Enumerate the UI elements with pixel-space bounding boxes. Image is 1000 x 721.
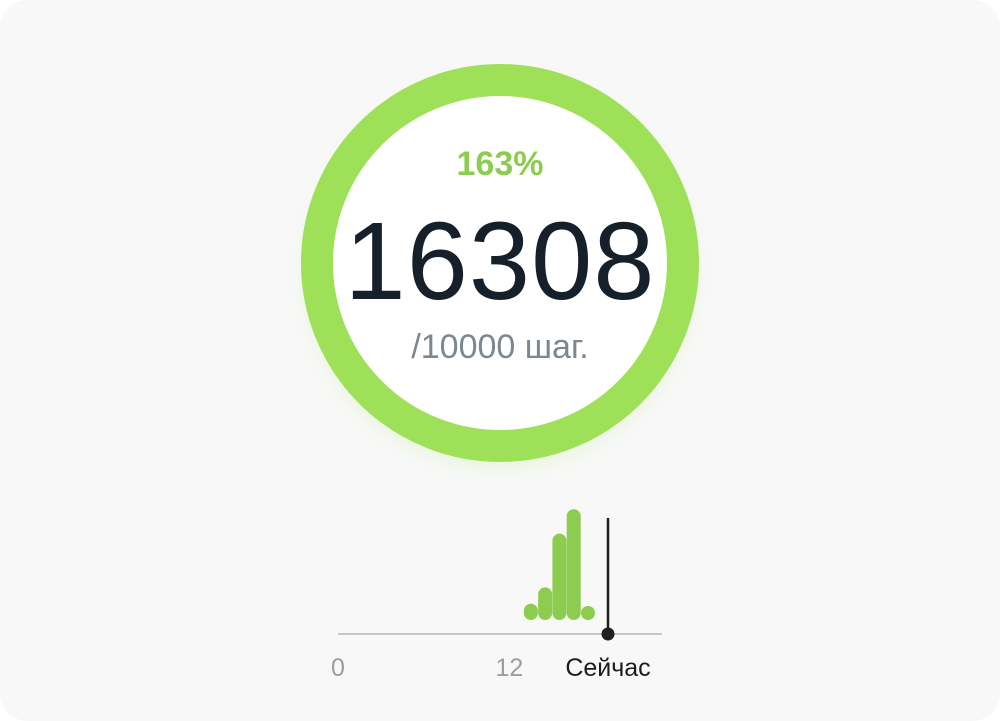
goal-percent: 163% — [456, 145, 544, 183]
step-goal: /10000 шаг. — [411, 328, 589, 366]
steps-progress-ring: 163% 16308 /10000 шаг. — [282, 55, 718, 491]
hourly-bar — [566, 509, 581, 620]
x-tick-label-now: Сейчас — [565, 654, 651, 682]
hourly-bar — [523, 603, 538, 620]
steps-card: 163% 16308 /10000 шаг. 0 12 Сейчас — [0, 0, 1000, 721]
step-count: 16308 — [344, 200, 656, 323]
x-tick-label-12: 12 — [495, 654, 524, 682]
hourly-bar — [538, 587, 553, 620]
now-marker-dot — [601, 627, 615, 641]
hourly-bar — [581, 606, 595, 620]
x-tick-label-0: 0 — [331, 654, 345, 682]
hourly-bar — [552, 533, 567, 620]
